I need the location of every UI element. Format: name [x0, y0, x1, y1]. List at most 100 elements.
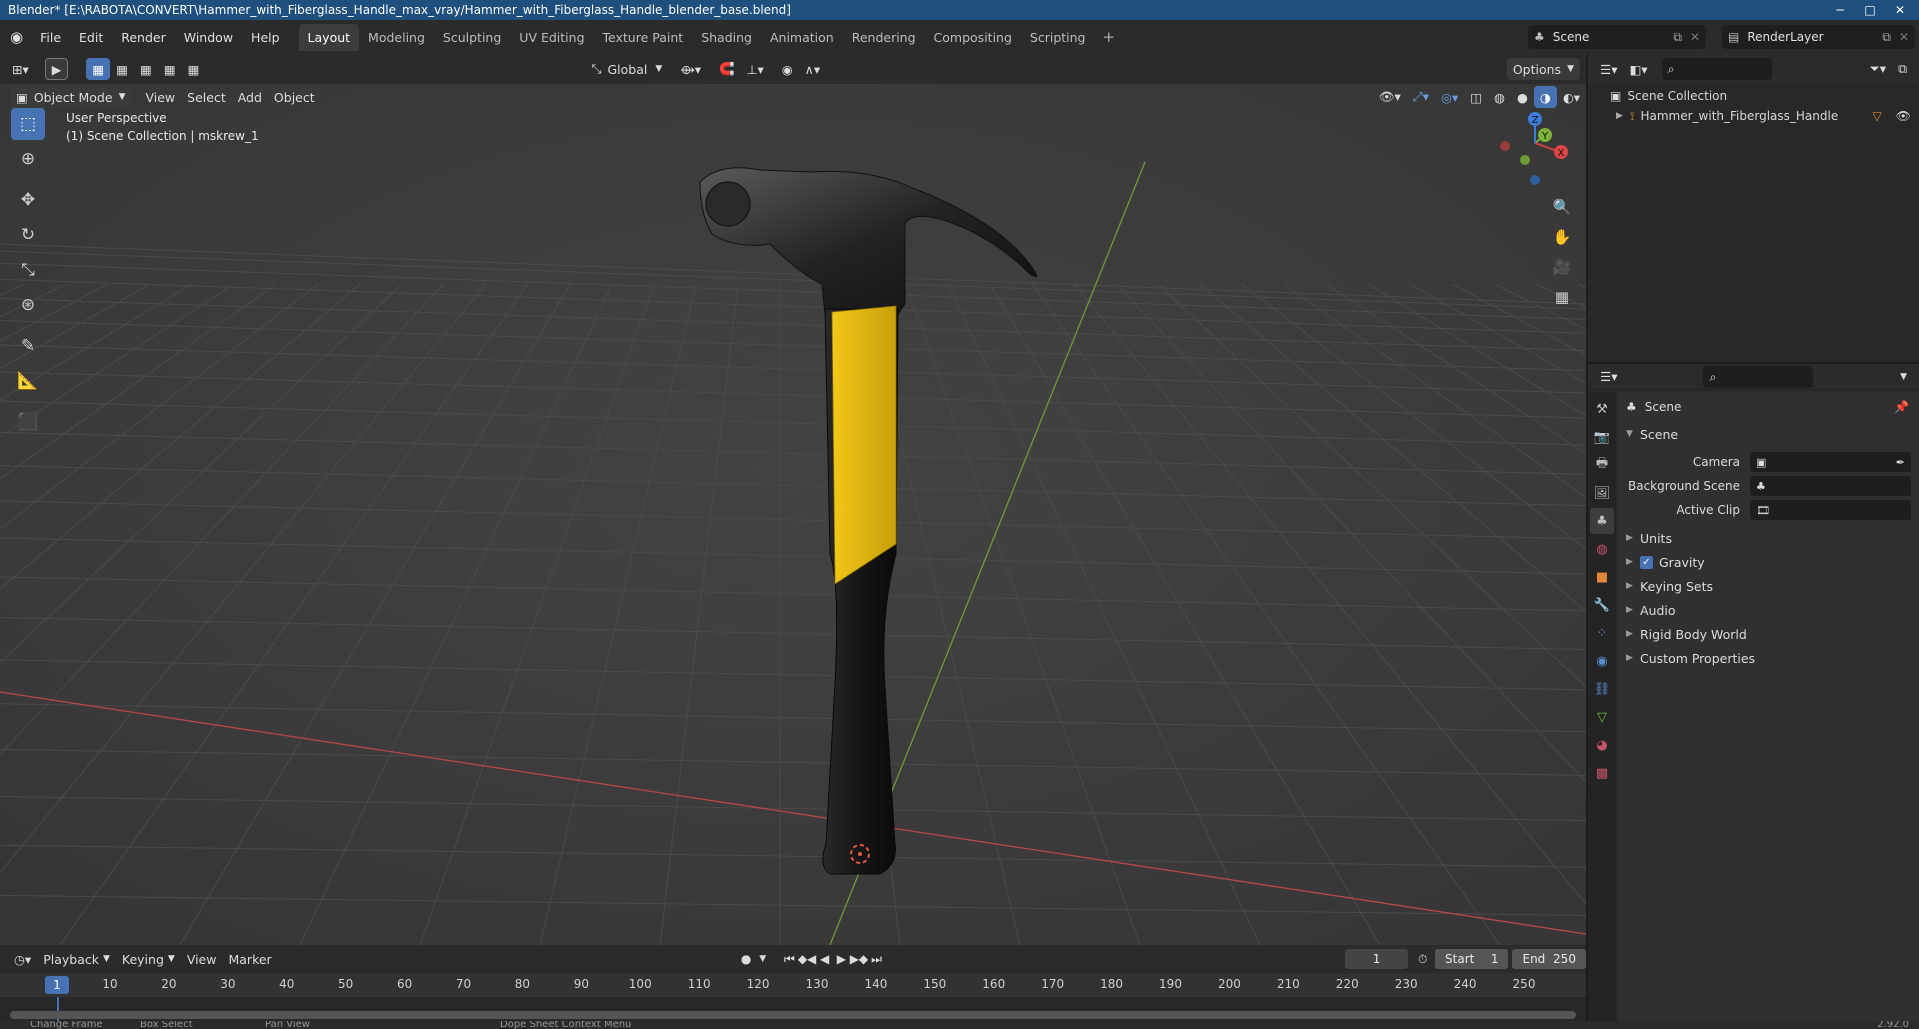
- select-mode-extend-icon[interactable]: ▦: [110, 58, 134, 80]
- jump-start-icon[interactable]: ⏮: [781, 948, 798, 970]
- properties-editor-type-icon[interactable]: ☰▾: [1594, 366, 1623, 388]
- remove-scene-icon[interactable]: ✕: [1690, 30, 1700, 44]
- menu-help[interactable]: Help: [242, 30, 289, 45]
- select-mode-subtract-icon[interactable]: ▦: [134, 58, 158, 80]
- gizmo-neg-y-handle[interactable]: [1520, 155, 1530, 165]
- material-tab-icon[interactable]: ◕: [1590, 732, 1614, 758]
- menu-playback[interactable]: Playback ▼: [37, 948, 116, 970]
- rotate-tool-icon[interactable]: ↻: [11, 219, 45, 251]
- gravity-section[interactable]: ▶ ✓ Gravity: [1618, 550, 1919, 574]
- close-button[interactable]: ✕: [1885, 0, 1915, 20]
- modifier-icon[interactable]: ▽: [1873, 109, 1882, 123]
- outliner-item-row[interactable]: ▶ ⟟ Hammer_with_Fiberglass_Handle ▽ 👁: [1588, 106, 1919, 126]
- scene-tab-icon[interactable]: ♣: [1590, 508, 1614, 534]
- tab-texture-paint[interactable]: Texture Paint: [594, 24, 693, 51]
- tab-uv-editing[interactable]: UV Editing: [510, 24, 593, 51]
- outliner-root-row[interactable]: ▣ Scene Collection: [1588, 86, 1919, 106]
- gizmo-toggle-icon[interactable]: ⤢▾: [1407, 86, 1435, 108]
- overlay-toggle-icon[interactable]: ◎▾: [1435, 86, 1464, 108]
- scene-selector[interactable]: ♣ Scene ⧉ ✕: [1528, 25, 1706, 49]
- select-mode-new-icon[interactable]: ▦: [86, 58, 111, 80]
- outliner-editor-type-icon[interactable]: ☰▾: [1594, 58, 1623, 80]
- visibility-eye-icon[interactable]: 👁: [1896, 109, 1911, 123]
- timeline-scrollbar[interactable]: [10, 1011, 1576, 1019]
- menu-timeline-view[interactable]: View: [181, 948, 223, 970]
- select-mode-intersect-icon[interactable]: ▦: [182, 58, 206, 80]
- maximize-button[interactable]: □: [1855, 0, 1885, 20]
- filter-icon[interactable]: ⏷▾: [1864, 58, 1892, 80]
- cursor-tool-icon[interactable]: ⊕: [11, 143, 45, 175]
- start-frame-field[interactable]: Start 1: [1435, 949, 1509, 969]
- expand-arrow-icon[interactable]: ▶: [1616, 111, 1630, 121]
- visibility-icon[interactable]: 👁▾: [1373, 86, 1407, 108]
- gravity-checkbox[interactable]: ✓: [1640, 555, 1653, 569]
- menu-window[interactable]: Window: [175, 30, 242, 45]
- shading-rendered-icon[interactable]: ◐▾: [1557, 86, 1586, 108]
- minimize-button[interactable]: ─: [1825, 0, 1855, 20]
- menu-add[interactable]: Add: [232, 86, 268, 108]
- timeline-editor-type-icon[interactable]: ◷▾: [8, 948, 37, 970]
- gizmo-neg-x-handle[interactable]: [1500, 141, 1510, 151]
- zoom-icon[interactable]: 🔍: [1548, 192, 1576, 222]
- data-tab-icon[interactable]: ▽: [1590, 704, 1614, 730]
- properties-search-input[interactable]: ⌕: [1703, 365, 1814, 388]
- menu-file[interactable]: File: [31, 30, 70, 45]
- current-frame-field[interactable]: 1: [1344, 949, 1409, 969]
- menu-marker[interactable]: Marker: [222, 948, 277, 970]
- render-tab-icon[interactable]: 📷: [1590, 424, 1614, 450]
- tab-modeling[interactable]: Modeling: [359, 24, 434, 51]
- play-icon[interactable]: ▶: [833, 948, 850, 970]
- frame-ruler[interactable]: 1 10 20 30 40 50 60 70 80 90 100 110 120 130 140 150 160…: [0, 973, 1586, 997]
- scale-tool-icon[interactable]: ⤡: [11, 254, 45, 286]
- texture-tab-icon[interactable]: ▩: [1590, 760, 1614, 786]
- blender-logo-icon[interactable]: ◉: [0, 28, 31, 46]
- prev-keyframe-icon[interactable]: ◆◀: [798, 948, 816, 970]
- particles-tab-icon[interactable]: ⁘: [1590, 620, 1614, 646]
- end-frame-field[interactable]: End 250: [1512, 949, 1586, 969]
- tab-layout[interactable]: Layout: [298, 23, 360, 51]
- add-workspace-icon[interactable]: +: [1095, 28, 1124, 46]
- pan-hand-icon[interactable]: ✋: [1548, 222, 1576, 252]
- menu-select[interactable]: Select: [181, 86, 232, 108]
- options-dropdown[interactable]: Options ▼: [1506, 58, 1580, 80]
- navigation-gizmo[interactable]: X Y Z: [1490, 108, 1580, 198]
- audio-section[interactable]: ▶ Audio: [1618, 598, 1919, 622]
- xray-toggle-icon[interactable]: ◫: [1464, 86, 1488, 108]
- tab-compositing[interactable]: Compositing: [925, 24, 1021, 51]
- modifier-tab-icon[interactable]: 🔧: [1590, 592, 1614, 618]
- properties-options-icon[interactable]: ▼: [1894, 366, 1913, 388]
- move-tool-icon[interactable]: ✥: [11, 184, 45, 216]
- tab-rendering[interactable]: Rendering: [843, 24, 925, 51]
- menu-object[interactable]: Object: [268, 86, 321, 108]
- play-reverse-icon[interactable]: ◀: [816, 948, 833, 970]
- select-mode-invert-icon[interactable]: ▦: [158, 58, 182, 80]
- background-scene-field[interactable]: ♣: [1750, 476, 1911, 496]
- gizmo-neg-z-handle[interactable]: [1530, 175, 1540, 185]
- shading-solid-icon[interactable]: ●: [1511, 86, 1534, 108]
- view-layer-selector[interactable]: ▤ RenderLayer ⧉ ✕: [1722, 25, 1915, 49]
- world-tab-icon[interactable]: ◍: [1590, 536, 1614, 562]
- remove-view-layer-icon[interactable]: ✕: [1899, 30, 1909, 44]
- display-mode-icon[interactable]: ◧▾: [1623, 58, 1653, 80]
- snap-target-icon[interactable]: ⊥▾: [741, 58, 770, 80]
- keying-sets-section[interactable]: ▶ Keying Sets: [1618, 574, 1919, 598]
- next-keyframe-icon[interactable]: ▶◆: [850, 948, 868, 970]
- new-view-layer-icon[interactable]: ⧉: [1882, 30, 1891, 45]
- new-scene-icon[interactable]: ⧉: [1673, 30, 1682, 45]
- units-section[interactable]: ▶ Units: [1618, 526, 1919, 550]
- constraints-tab-icon[interactable]: ⛓: [1590, 676, 1614, 702]
- snap-icon[interactable]: 🧲: [713, 58, 741, 80]
- tab-scripting[interactable]: Scripting: [1021, 24, 1095, 51]
- scene-panel-header[interactable]: ▼ Scene: [1618, 422, 1919, 446]
- camera-field[interactable]: ▣ ✒: [1750, 452, 1911, 472]
- menu-edit[interactable]: Edit: [70, 30, 112, 45]
- menu-keying[interactable]: Keying ▼: [116, 948, 181, 970]
- tab-shading[interactable]: Shading: [692, 24, 761, 51]
- pivot-point-icon[interactable]: ⟴▾: [674, 58, 707, 80]
- tab-sculpting[interactable]: Sculpting: [434, 24, 510, 51]
- pin-icon[interactable]: 📌: [1894, 400, 1909, 414]
- eyedropper-icon[interactable]: ✒: [1896, 456, 1905, 469]
- object-tab-icon[interactable]: ■: [1590, 564, 1614, 590]
- proportional-falloff-icon[interactable]: ∧▾: [799, 58, 826, 80]
- measure-tool-icon[interactable]: 📐: [11, 365, 45, 397]
